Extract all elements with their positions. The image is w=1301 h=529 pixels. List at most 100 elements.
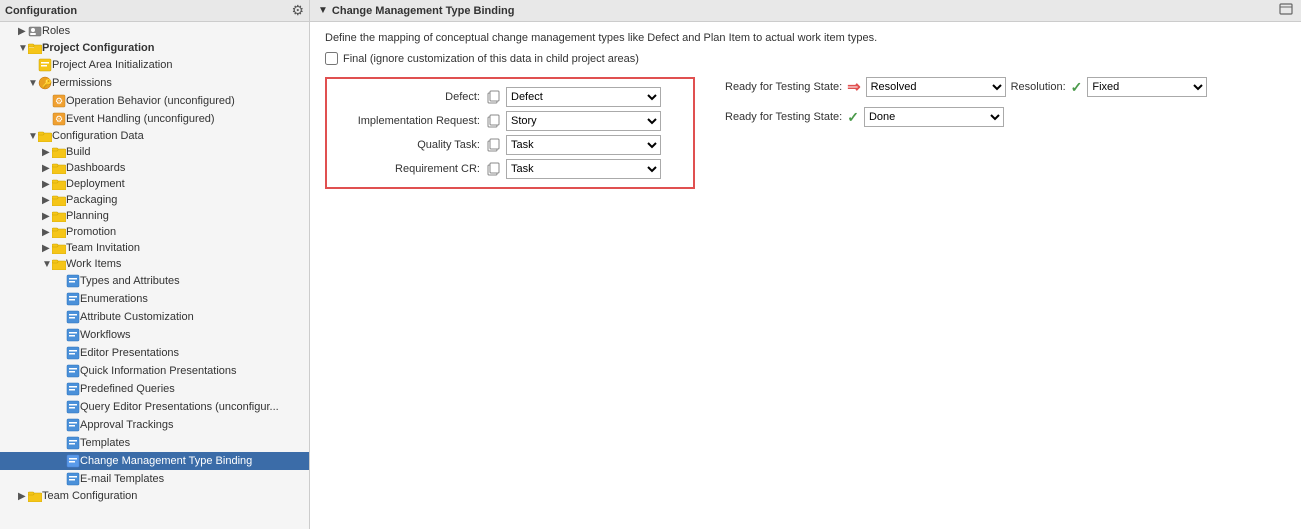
binding-row-defect: Defect: Defect Story Task — [335, 87, 685, 107]
sidebar-label-workflows: Workflows — [80, 329, 131, 341]
sidebar-item-build[interactable]: ▶ Build — [0, 144, 309, 160]
resolution-check-icon-1: ✓ — [1071, 79, 1083, 96]
toggle-roles[interactable]: ▶ — [18, 26, 28, 37]
sidebar-item-editor-presentations[interactable]: Editor Presentations — [0, 344, 309, 362]
final-checkbox-label[interactable]: Final (ignore customization of this data… — [343, 53, 639, 65]
sidebar-label-operation-behavior: Operation Behavior (unconfigured) — [66, 95, 235, 107]
main-header-icon[interactable] — [1279, 2, 1293, 19]
binding-container: Defect: Defect Story Task Implementation… — [325, 77, 695, 189]
sidebar-item-team-invitation[interactable]: ▶ Team Invitation — [0, 240, 309, 256]
toggle-packaging[interactable]: ▶ — [42, 195, 52, 206]
sidebar-label-team-config: Team Configuration — [42, 490, 137, 502]
sidebar-item-permissions[interactable]: ▼ 🔑 Permissions — [0, 74, 309, 92]
templates-icon — [66, 436, 80, 450]
toggle-deployment[interactable]: ▶ — [42, 179, 52, 190]
toggle-permissions[interactable]: ▼ — [28, 78, 38, 89]
toggle-promotion[interactable]: ▶ — [42, 227, 52, 238]
binding-select-quality-task[interactable]: Task Defect Story — [506, 135, 661, 155]
sidebar-item-team-config[interactable]: ▶ Team Configuration — [0, 488, 309, 504]
operation-behavior-icon: ⚙ — [52, 94, 66, 108]
resolution-select-fixed[interactable]: Fixed Duplicate Won't Fix — [1087, 77, 1207, 97]
sidebar-item-event-handling[interactable]: ⚙ Event Handling (unconfigured) — [0, 110, 309, 128]
toggle-project-config[interactable]: ▼ — [18, 43, 28, 54]
sidebar-label-templates: Templates — [80, 437, 130, 449]
sidebar-item-packaging[interactable]: ▶ Packaging — [0, 192, 309, 208]
state-row-2: Ready for Testing State: ✓ Done Resolved… — [725, 107, 1207, 127]
state-check-icon-2: ✓ — [847, 109, 859, 126]
deployment-folder-icon — [52, 178, 66, 190]
binding-label-requirement-cr: Requirement CR: — [335, 163, 480, 175]
sidebar-item-approval-trackings[interactable]: Approval Trackings — [0, 416, 309, 434]
approval-trackings-icon — [66, 418, 80, 432]
toggle-build[interactable]: ▶ — [42, 147, 52, 158]
sidebar-item-operation-behavior[interactable]: ⚙ Operation Behavior (unconfigured) — [0, 92, 309, 110]
header-collapse-icon[interactable]: ▼ — [318, 5, 328, 16]
sidebar-label-types-attributes: Types and Attributes — [80, 275, 180, 287]
sidebar-item-roles[interactable]: ▶ Roles — [0, 22, 309, 40]
sidebar-item-promotion[interactable]: ▶ Promotion — [0, 224, 309, 240]
sidebar-item-predefined-queries[interactable]: Predefined Queries — [0, 380, 309, 398]
config-data-folder-icon — [38, 130, 52, 142]
binding-select-requirement-cr[interactable]: Task Defect Story — [506, 159, 661, 179]
toggle-team-invitation[interactable]: ▶ — [42, 243, 52, 254]
sidebar-label-project-area-init: Project Area Initialization — [52, 59, 172, 71]
sidebar-label-editor-presentations: Editor Presentations — [80, 347, 179, 359]
planning-folder-icon — [52, 210, 66, 222]
sidebar-item-enumerations[interactable]: Enumerations — [0, 290, 309, 308]
binding-copy-icon-defect[interactable] — [485, 89, 501, 105]
svg-text:⚙: ⚙ — [55, 96, 63, 106]
dashboards-folder-icon — [52, 162, 66, 174]
team-invitation-folder-icon — [52, 242, 66, 254]
sidebar-item-change-mgmt-binding[interactable]: Change Management Type Binding — [0, 452, 309, 470]
sidebar-item-config-data[interactable]: ▼ Configuration Data — [0, 128, 309, 144]
promotion-folder-icon — [52, 226, 66, 238]
sidebar-item-project-area-init[interactable]: Project Area Initialization — [0, 56, 309, 74]
states-container: Ready for Testing State: ⇒ Resolved Done… — [725, 77, 1207, 127]
sidebar-label-event-handling: Event Handling (unconfigured) — [66, 113, 215, 125]
sidebar-item-types-attributes[interactable]: Types and Attributes — [0, 272, 309, 290]
state-label-1: Ready for Testing State: — [725, 81, 842, 93]
sidebar-label-build: Build — [66, 146, 90, 158]
state-select-done[interactable]: Done Resolved In Progress — [864, 107, 1004, 127]
sidebar-item-project-config[interactable]: ▼ Project Configuration — [0, 40, 309, 56]
binding-select-impl-request[interactable]: Story Defect Task — [506, 111, 661, 131]
binding-copy-icon-quality-task[interactable] — [485, 137, 501, 153]
toggle-dashboards[interactable]: ▶ — [42, 163, 52, 174]
sidebar-item-quick-info-presentations[interactable]: Quick Information Presentations — [0, 362, 309, 380]
svg-text:⚙: ⚙ — [55, 114, 63, 124]
sidebar-label-work-items: Work Items — [66, 258, 121, 270]
editor-presentations-icon — [66, 346, 80, 360]
binding-label-impl-request: Implementation Request: — [335, 115, 480, 127]
sidebar-label-dashboards: Dashboards — [66, 162, 125, 174]
sidebar-item-planning[interactable]: ▶ Planning — [0, 208, 309, 224]
main-body: Define the mapping of conceptual change … — [310, 22, 1301, 529]
binding-label-defect: Defect: — [335, 91, 480, 103]
sidebar-item-templates[interactable]: Templates — [0, 434, 309, 452]
sidebar-item-attribute-customization[interactable]: Attribute Customization — [0, 308, 309, 326]
sidebar-item-dashboards[interactable]: ▶ Dashboards — [0, 160, 309, 176]
sidebar-title: Configuration — [5, 5, 77, 17]
binding-copy-icon-requirement-cr[interactable] — [485, 161, 501, 177]
state-select-resolved[interactable]: Resolved Done In Progress — [866, 77, 1006, 97]
sidebar-item-workflows[interactable]: Workflows — [0, 326, 309, 344]
sidebar-config-icon[interactable]: ⚙ — [291, 2, 304, 19]
attribute-customization-icon — [66, 310, 80, 324]
roles-icon — [28, 24, 42, 38]
toggle-team-config[interactable]: ▶ — [18, 491, 28, 502]
sidebar-item-deployment[interactable]: ▶ Deployment — [0, 176, 309, 192]
packaging-folder-icon — [52, 194, 66, 206]
header-title-container: ▼ Change Management Type Binding — [318, 5, 514, 17]
sidebar-item-query-editor[interactable]: Query Editor Presentations (unconfigur..… — [0, 398, 309, 416]
toggle-planning[interactable]: ▶ — [42, 211, 52, 222]
sidebar-label-packaging: Packaging — [66, 194, 117, 206]
permissions-icon: 🔑 — [38, 76, 52, 90]
toggle-config-data[interactable]: ▼ — [28, 131, 38, 142]
sidebar-label-attribute-customization: Attribute Customization — [80, 311, 194, 323]
toggle-work-items[interactable]: ▼ — [42, 259, 52, 270]
sidebar-item-email-templates[interactable]: E-mail Templates — [0, 470, 309, 488]
binding-copy-icon-impl-request[interactable] — [485, 113, 501, 129]
final-checkbox[interactable] — [325, 52, 338, 65]
binding-select-defect[interactable]: Defect Story Task — [506, 87, 661, 107]
sidebar-label-config-data: Configuration Data — [52, 130, 144, 142]
sidebar-item-work-items[interactable]: ▼ Work Items — [0, 256, 309, 272]
